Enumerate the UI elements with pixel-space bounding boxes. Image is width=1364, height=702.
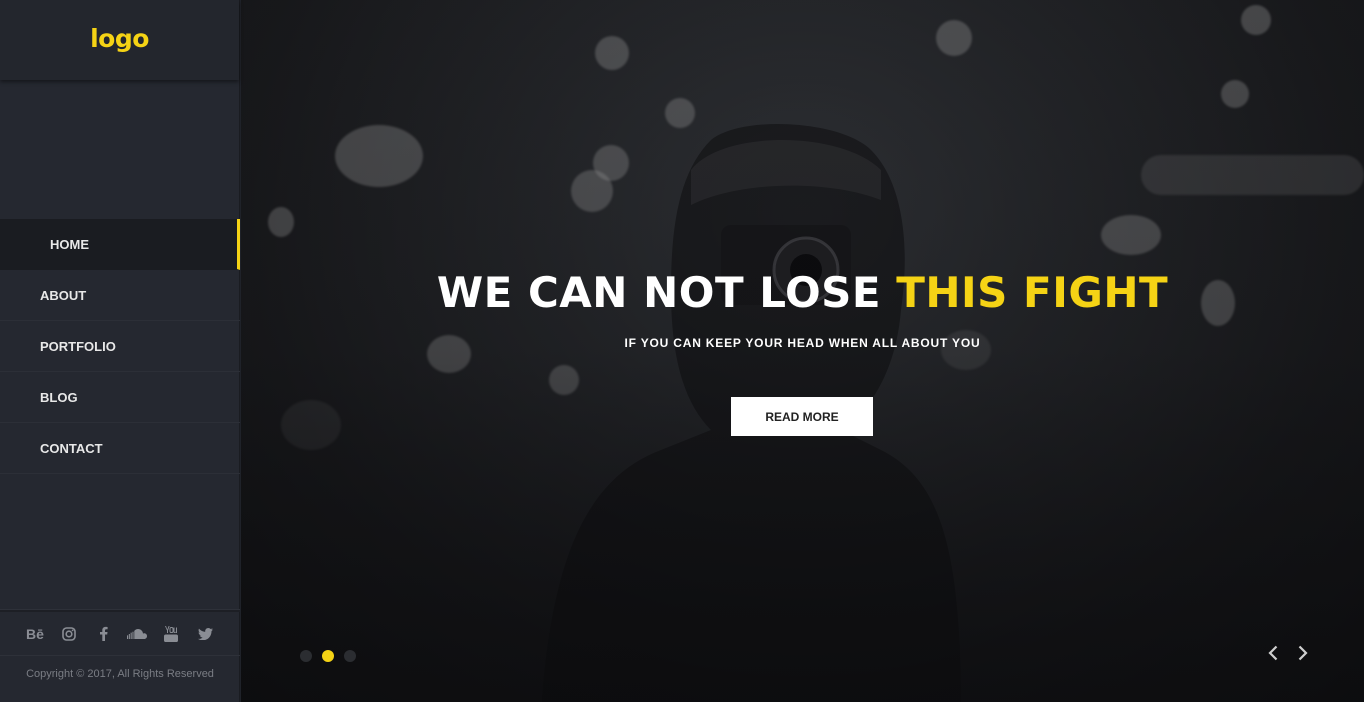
logo-area: logo bbox=[0, 0, 239, 80]
twitter-icon[interactable] bbox=[195, 624, 215, 644]
hero-slider: WE CAN NOT LOSE THIS FIGHT IF YOU CAN KE… bbox=[241, 0, 1364, 702]
youtube-icon[interactable] bbox=[161, 624, 181, 644]
hero-title-accent: THIS FIGHT bbox=[896, 268, 1169, 317]
nav-item-about[interactable]: ABOUT bbox=[0, 270, 240, 321]
copyright-text: Copyright © 2017, All Rights Reserved bbox=[26, 668, 214, 680]
hero-subtitle: IF YOU CAN KEEP YOUR HEAD WHEN ALL ABOUT… bbox=[624, 336, 981, 350]
slider-arrows bbox=[1264, 642, 1312, 664]
nav-item-home[interactable]: HOME bbox=[0, 219, 240, 270]
nav-item-contact[interactable]: CONTACT bbox=[0, 423, 240, 474]
soundcloud-icon[interactable] bbox=[127, 624, 147, 644]
chevron-left-icon[interactable] bbox=[1264, 642, 1282, 664]
chevron-right-icon[interactable] bbox=[1294, 642, 1312, 664]
sidebar: logo HOME ABOUT PORTFOLIO BLOG CONTACT B… bbox=[0, 0, 240, 702]
read-more-button[interactable]: READ MORE bbox=[731, 397, 873, 436]
nav-item-portfolio[interactable]: PORTFOLIO bbox=[0, 321, 240, 372]
sidebar-footer: Bē Copyright © 2017, All Rights Reserved bbox=[0, 610, 240, 702]
hero-title-main: WE CAN NOT LOSE bbox=[436, 268, 897, 317]
hero-title: WE CAN NOT LOSE THIS FIGHT bbox=[241, 268, 1364, 317]
slider-dot-1[interactable] bbox=[300, 650, 312, 662]
main-nav: HOME ABOUT PORTFOLIO BLOG CONTACT bbox=[0, 219, 240, 474]
instagram-icon[interactable] bbox=[59, 624, 79, 644]
behance-icon[interactable]: Bē bbox=[25, 624, 45, 644]
facebook-icon[interactable] bbox=[93, 624, 113, 644]
slider-dot-2[interactable] bbox=[322, 650, 334, 662]
logo[interactable]: logo bbox=[90, 24, 149, 53]
slider-dot-3[interactable] bbox=[344, 650, 356, 662]
social-links: Bē bbox=[0, 612, 240, 656]
slider-dots bbox=[300, 650, 356, 662]
nav-item-blog[interactable]: BLOG bbox=[0, 372, 240, 423]
hero-overlay bbox=[241, 0, 1364, 702]
